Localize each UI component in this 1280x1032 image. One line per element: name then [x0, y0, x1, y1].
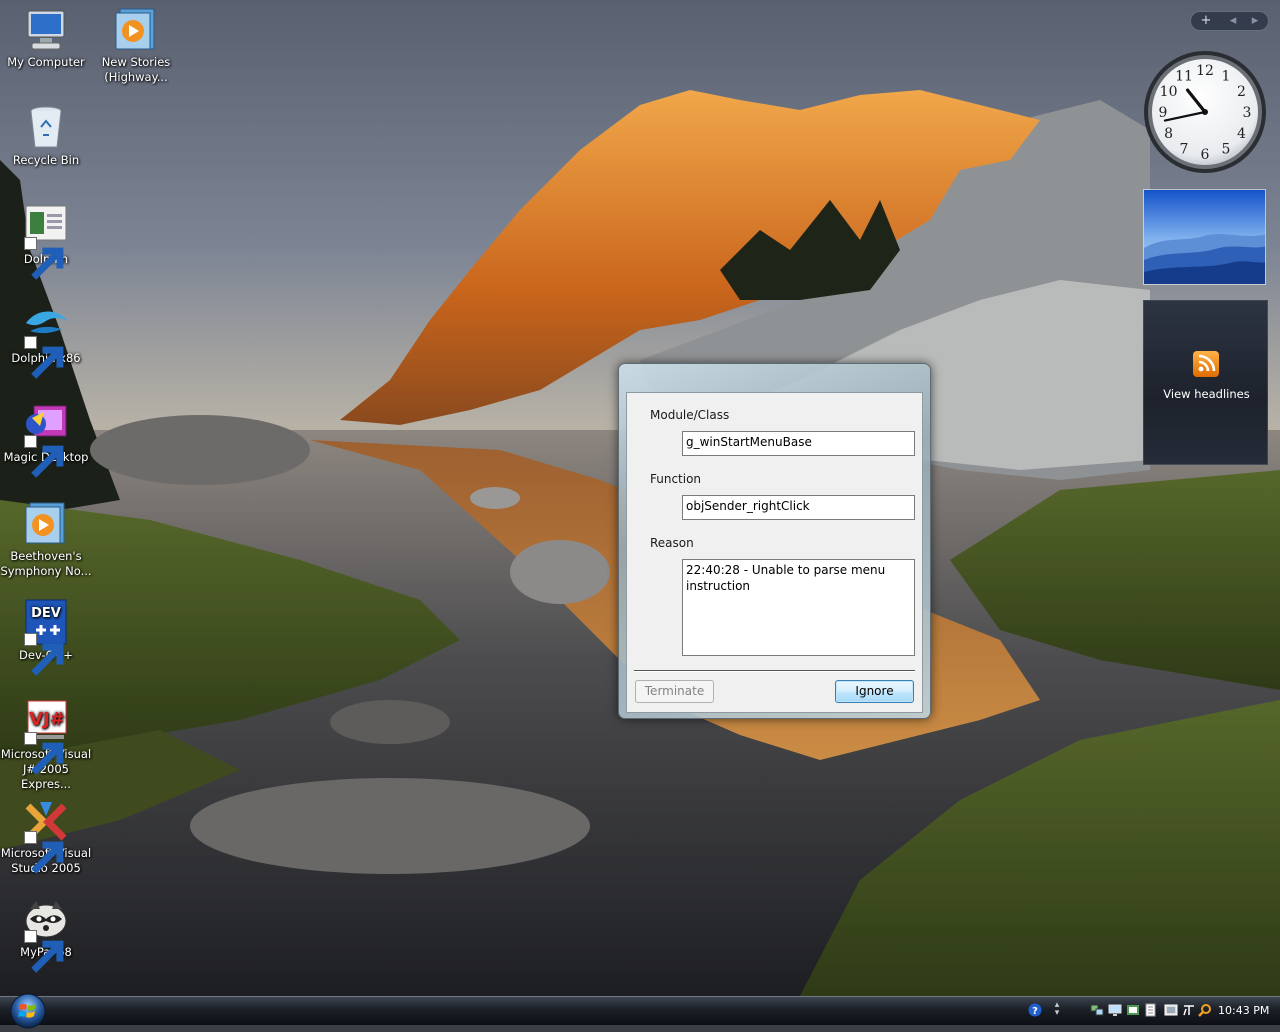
- search-icon[interactable]: [1198, 1003, 1212, 1017]
- dialog-separator: [634, 670, 915, 672]
- clock-numeral: 7: [1180, 141, 1189, 157]
- clock-numeral: 3: [1243, 105, 1252, 121]
- function-label: Function: [650, 472, 702, 486]
- rss-feed-icon: [1193, 351, 1219, 377]
- desktop-icon-my-computer[interactable]: My Computer: [0, 5, 92, 70]
- desktop-icon-visual-jsharp[interactable]: VJ# Microsoft Visual J# 2005 Expres...: [0, 697, 92, 792]
- desktop-icon-label: My Computer: [7, 55, 85, 69]
- feed-headlines-gadget[interactable]: View headlines: [1143, 300, 1268, 465]
- shortcut-arrow-icon: [24, 930, 64, 973]
- clock-numeral: 11: [1175, 69, 1193, 85]
- analog-clock-face: 12 12 3 45678 9 1011: [1144, 51, 1266, 173]
- svg-text:VJ#: VJ#: [29, 709, 65, 730]
- dev-cpp-icon: DEV: [22, 598, 70, 676]
- desktop-icon-mypal[interactable]: MyPal 68: [0, 895, 92, 973]
- desktop-icon-dolphin-x86[interactable]: Dolphin x86: [0, 301, 92, 379]
- media-file-icon: [22, 499, 70, 547]
- view-headlines-link[interactable]: View headlines: [1144, 387, 1269, 401]
- clock-numeral: 2: [1237, 84, 1246, 100]
- visual-jsharp-icon: VJ#: [22, 697, 70, 775]
- svg-text:DEV: DEV: [31, 606, 61, 621]
- reason-label: Reason: [650, 536, 694, 550]
- shortcut-arrow-icon: [24, 237, 64, 280]
- clock-numeral: 12: [1196, 63, 1214, 79]
- clock-numeral: 1: [1222, 69, 1231, 85]
- show-hidden-icons-chevron-icon[interactable]: ▴ ▾: [1050, 1001, 1064, 1018]
- error-dialog: Module/Class g_winStartMenuBase Function…: [618, 363, 931, 719]
- shortcut-arrow-icon: [24, 435, 64, 478]
- volume-icon[interactable]: [1126, 1003, 1140, 1017]
- desktop-icon-dev-cpp[interactable]: DEV Dev-C++: [0, 598, 92, 676]
- magic-desktop-icon: [22, 400, 70, 478]
- clock-numeral: 9: [1159, 105, 1168, 121]
- desktop-icon-label: Beethoven's Symphony No...: [0, 549, 92, 578]
- desktop-icon-new-stories[interactable]: New Stories (Highway...: [90, 5, 182, 85]
- dolphin-window-icon: [22, 202, 70, 280]
- document-icon[interactable]: [1144, 1003, 1158, 1017]
- media-file-icon: [112, 5, 160, 53]
- previous-page-button[interactable]: ◂: [1221, 13, 1245, 29]
- clipboard-icon[interactable]: [1164, 1003, 1178, 1017]
- clock-numeral: 6: [1201, 147, 1210, 163]
- language-icon[interactable]: [1182, 1003, 1196, 1017]
- slideshow-gadget[interactable]: [1143, 189, 1266, 285]
- desktop-icon-label: New Stories (Highway...: [101, 55, 171, 84]
- next-page-button[interactable]: ▸: [1243, 13, 1267, 29]
- recycle-bin-icon: [22, 103, 70, 151]
- svg-text:?: ?: [1032, 1006, 1038, 1017]
- clock-numeral: 10: [1160, 84, 1178, 100]
- sidebar-controls: + ◂ ▸: [1190, 11, 1269, 31]
- module-class-label: Module/Class: [650, 408, 730, 422]
- clock-gadget[interactable]: 12 1 2 3 4 5 6 7 8 9 10 11: [1141, 49, 1269, 175]
- shortcut-arrow-icon: [24, 633, 64, 676]
- shortcut-arrow-icon: [24, 732, 64, 775]
- desktop-icon-recycle-bin[interactable]: Recycle Bin: [0, 103, 92, 168]
- shortcut-arrow-icon: [24, 831, 64, 874]
- help-icon[interactable]: ?: [1028, 1003, 1042, 1017]
- desktop-icon-dolphin[interactable]: Dolphin: [0, 202, 92, 280]
- windows-start-orb-icon[interactable]: [7, 991, 49, 1029]
- display-icon[interactable]: [1108, 1003, 1122, 1017]
- add-gadget-button[interactable]: +: [1194, 13, 1218, 29]
- visual-studio-icon: [22, 796, 70, 874]
- dolphin-icon: [22, 301, 70, 379]
- desktop-icon-visual-studio[interactable]: Microsoft Visual Studio 2005: [0, 796, 92, 876]
- terminate-button[interactable]: Terminate: [635, 680, 714, 703]
- reason-textarea[interactable]: 22:40:28 - Unable to parse menu instruct…: [682, 559, 915, 656]
- desktop-icon-label: Recycle Bin: [12, 153, 80, 167]
- desktop-icon-beethoven[interactable]: Beethoven's Symphony No...: [0, 499, 92, 579]
- taskbar: ? ▴ ▾ 10:43 PM: [0, 993, 1280, 1029]
- clock-numeral: 5: [1222, 141, 1231, 157]
- computer-icon: [22, 5, 70, 53]
- function-field[interactable]: objSender_rightClick: [682, 495, 915, 520]
- mypal-raccoon-icon: [22, 895, 70, 973]
- module-class-field[interactable]: g_winStartMenuBase: [682, 431, 915, 456]
- taskbar-clock[interactable]: 10:43 PM: [1218, 1004, 1269, 1017]
- ignore-button[interactable]: Ignore: [835, 680, 914, 703]
- desktop-icon-magic-desktop[interactable]: Magic Desktop: [0, 400, 92, 478]
- network-icon[interactable]: [1090, 1003, 1104, 1017]
- slideshow-picture: [1144, 190, 1265, 284]
- shortcut-arrow-icon: [24, 336, 64, 379]
- clock-numeral: 4: [1237, 126, 1246, 142]
- clock-numeral: 8: [1164, 126, 1173, 142]
- dialog-content: Module/Class g_winStartMenuBase Function…: [626, 392, 923, 713]
